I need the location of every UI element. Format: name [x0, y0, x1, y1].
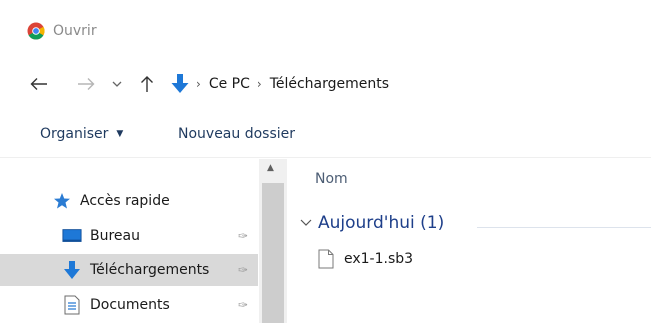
- arrow-up-icon: [141, 76, 153, 92]
- column-header-nom[interactable]: Nom: [315, 171, 348, 187]
- scrollbar-thumb[interactable]: [262, 183, 284, 323]
- title-bar: Ouvrir: [0, 0, 651, 60]
- sidebar-item-label: Accès rapide: [80, 193, 170, 209]
- group-divider: [477, 227, 651, 228]
- group-label: Aujourd'hui (1): [318, 213, 445, 233]
- sidebar-item-telechargements[interactable]: Téléchargements ✑: [0, 254, 258, 286]
- organiser-button[interactable]: Organiser ▼: [40, 126, 123, 142]
- up-button[interactable]: [137, 74, 157, 94]
- caret-down-icon: ▼: [116, 129, 124, 139]
- chevron-down-icon: [112, 81, 122, 87]
- list-item[interactable]: ex1-1.sb3: [318, 249, 413, 269]
- window-title: Ouvrir: [53, 23, 97, 39]
- breadcrumb: › Ce PC › Téléchargements: [170, 72, 390, 96]
- command-bar: Organiser ▼ Nouveau dossier: [0, 108, 651, 158]
- arrow-right-icon: [78, 78, 95, 90]
- file-name: ex1-1.sb3: [344, 251, 414, 267]
- star-icon: [52, 191, 72, 211]
- download-arrow-icon: [171, 74, 189, 93]
- sidebar-item-label: Documents: [90, 297, 170, 313]
- download-arrow-icon: [62, 260, 82, 280]
- recent-locations-button[interactable]: [110, 74, 124, 94]
- pin-icon[interactable]: ✑: [238, 263, 248, 277]
- organiser-label: Organiser: [40, 126, 109, 142]
- scroll-up-icon[interactable]: ▲: [267, 163, 274, 173]
- breadcrumb-item-telechargements[interactable]: Téléchargements: [269, 76, 390, 92]
- pin-icon[interactable]: ✑: [238, 298, 248, 312]
- file-icon: [318, 249, 334, 269]
- back-button[interactable]: [29, 74, 49, 94]
- chevron-down-icon: [300, 216, 312, 230]
- sidebar-item-quick-access[interactable]: Accès rapide: [0, 185, 258, 217]
- sidebar-item-label: Bureau: [90, 228, 140, 244]
- breadcrumb-item-ce-pc[interactable]: Ce PC: [208, 76, 251, 92]
- document-icon: [62, 295, 82, 315]
- chevron-right-icon: ›: [196, 77, 201, 91]
- chevron-right-icon: ›: [256, 77, 262, 91]
- pin-icon[interactable]: ✑: [238, 229, 248, 243]
- sidebar-item-label: Téléchargements: [90, 262, 210, 278]
- new-folder-label: Nouveau dossier: [178, 126, 296, 142]
- sidebar-scrollbar[interactable]: ▲: [259, 159, 287, 323]
- arrow-left-icon: [30, 78, 47, 90]
- forward-button[interactable]: [76, 74, 96, 94]
- sidebar-item-bureau[interactable]: Bureau ✑: [0, 220, 258, 252]
- new-folder-button[interactable]: Nouveau dossier: [178, 126, 295, 142]
- chrome-icon: [27, 22, 45, 40]
- sidebar-item-documents[interactable]: Documents ✑: [0, 289, 258, 321]
- navigation-bar: › Ce PC › Téléchargements: [0, 60, 651, 108]
- group-header-today[interactable]: Aujourd'hui (1): [300, 213, 444, 233]
- desktop-icon: [62, 226, 82, 246]
